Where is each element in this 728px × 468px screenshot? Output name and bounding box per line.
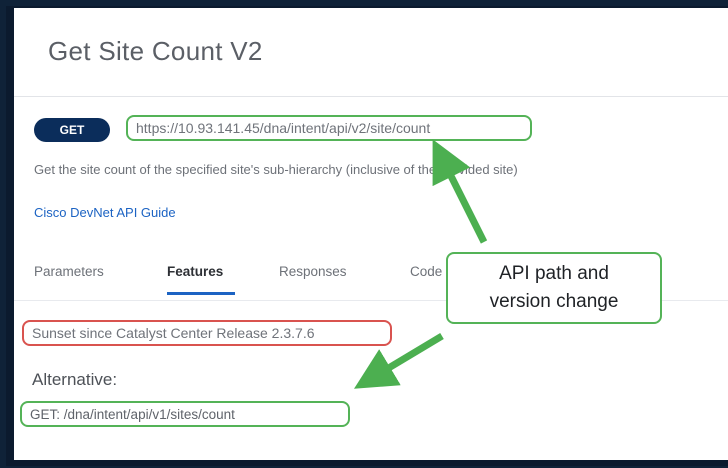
- annotation-arrows: [353, 139, 488, 389]
- api-doc-panel: Get Site Count V2 GET https://10.93.141.…: [14, 8, 728, 460]
- arrow-to-endpoint-url: [432, 139, 488, 244]
- arrow-to-alternative-heading: [353, 332, 444, 389]
